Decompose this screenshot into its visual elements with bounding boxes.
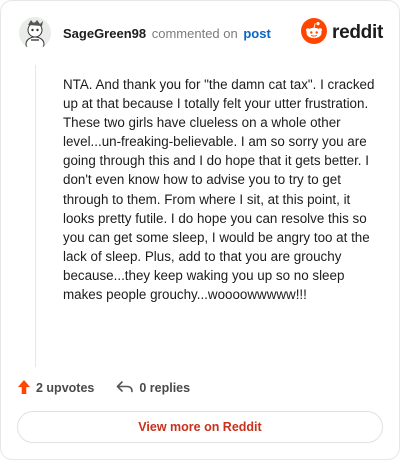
- reddit-wordmark: reddit: [332, 22, 383, 43]
- comment-actions: 2 upvotes 0 replies: [17, 378, 190, 398]
- snoo-avatar-icon[interactable]: [19, 17, 51, 49]
- reply-count: 0 replies: [139, 381, 191, 395]
- upvote-arrow-icon: [17, 379, 31, 398]
- post-link[interactable]: post: [243, 26, 270, 41]
- embedded-comment-card: SageGreen98 commented on post reddit NTA…: [0, 0, 400, 460]
- reddit-brand[interactable]: reddit: [301, 17, 383, 49]
- upvote-button[interactable]: 2 upvotes: [17, 379, 94, 398]
- comment-body: NTA. And thank you for "the damn cat tax…: [63, 77, 375, 303]
- thread-line: [35, 65, 36, 367]
- reply-button[interactable]: 0 replies: [116, 380, 190, 397]
- upvote-count: 2 upvotes: [36, 381, 95, 395]
- author-name[interactable]: SageGreen98: [63, 26, 146, 41]
- reply-arrow-icon: [116, 380, 134, 397]
- author-line: SageGreen98 commented on post: [63, 26, 271, 41]
- comment-header: SageGreen98 commented on post reddit: [19, 17, 383, 51]
- view-more-on-reddit-button[interactable]: View more on Reddit: [17, 411, 383, 443]
- reddit-snoo-icon: [301, 17, 328, 49]
- comment-verb: commented on: [151, 26, 238, 41]
